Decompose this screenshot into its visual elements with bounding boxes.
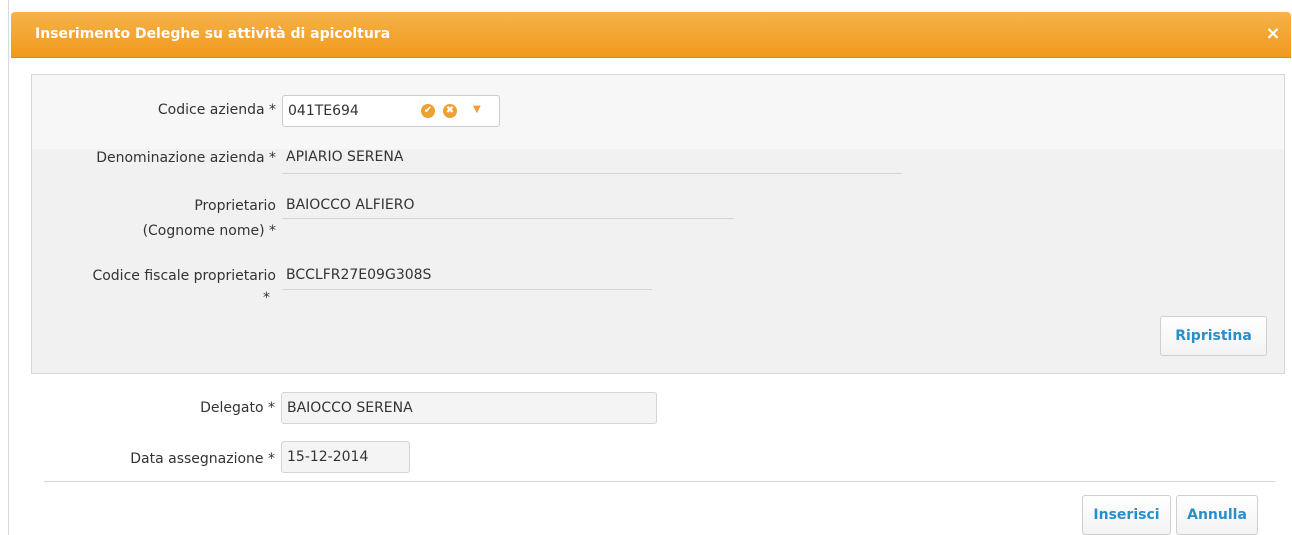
chevron-down-icon[interactable]: ▼: [473, 104, 481, 115]
clear-icon[interactable]: ✖: [443, 104, 457, 118]
codice-fiscale-underline: [282, 289, 652, 290]
codice-fiscale-label-1: Codice fiscale proprietario: [92, 268, 276, 284]
inserisci-button[interactable]: Inserisci: [1082, 495, 1171, 535]
dialog-title: Inserimento Deleghe su attività di apico…: [35, 26, 391, 42]
close-icon[interactable]: ×: [1263, 24, 1283, 44]
codice-azienda-combo[interactable]: 041TE694 ✔ ✖ ▼: [282, 95, 500, 127]
proprietario-underline: [282, 218, 734, 219]
delegato-input[interactable]: BAIOCCO SERENA: [281, 392, 657, 424]
confirm-icon[interactable]: ✔: [421, 104, 435, 118]
proprietario-label-1: Proprietario: [194, 198, 276, 214]
denominazione-label: Denominazione azienda *: [96, 150, 276, 166]
data-assegnazione-input[interactable]: 15-12-2014: [281, 441, 410, 473]
footer-divider: [44, 481, 1275, 482]
data-assegnazione-label: Data assegnazione *: [130, 451, 275, 467]
denominazione-value: APIARIO SERENA: [286, 149, 404, 165]
delegato-label: Delegato *: [200, 400, 275, 416]
dialog: Inserimento Deleghe su attività di apico…: [8, 0, 1292, 535]
codice-azienda-label: Codice azienda *: [157, 102, 276, 118]
codice-azienda-value: 041TE694: [288, 103, 359, 119]
ripristina-button[interactable]: Ripristina: [1160, 316, 1267, 356]
denominazione-underline: [282, 173, 902, 174]
codice-fiscale-label-2: *: [263, 290, 270, 306]
dialog-header: Inserimento Deleghe su attività di apico…: [11, 12, 1291, 58]
azienda-panel: Codice azienda * 041TE694 ✔ ✖ ▼ Denomina…: [31, 74, 1285, 374]
proprietario-label-2: (Cognome nome) *: [142, 223, 276, 239]
annulla-button[interactable]: Annulla: [1176, 495, 1258, 535]
codice-fiscale-value: BCCLFR27E09G308S: [286, 267, 432, 283]
proprietario-value: BAIOCCO ALFIERO: [286, 197, 415, 213]
